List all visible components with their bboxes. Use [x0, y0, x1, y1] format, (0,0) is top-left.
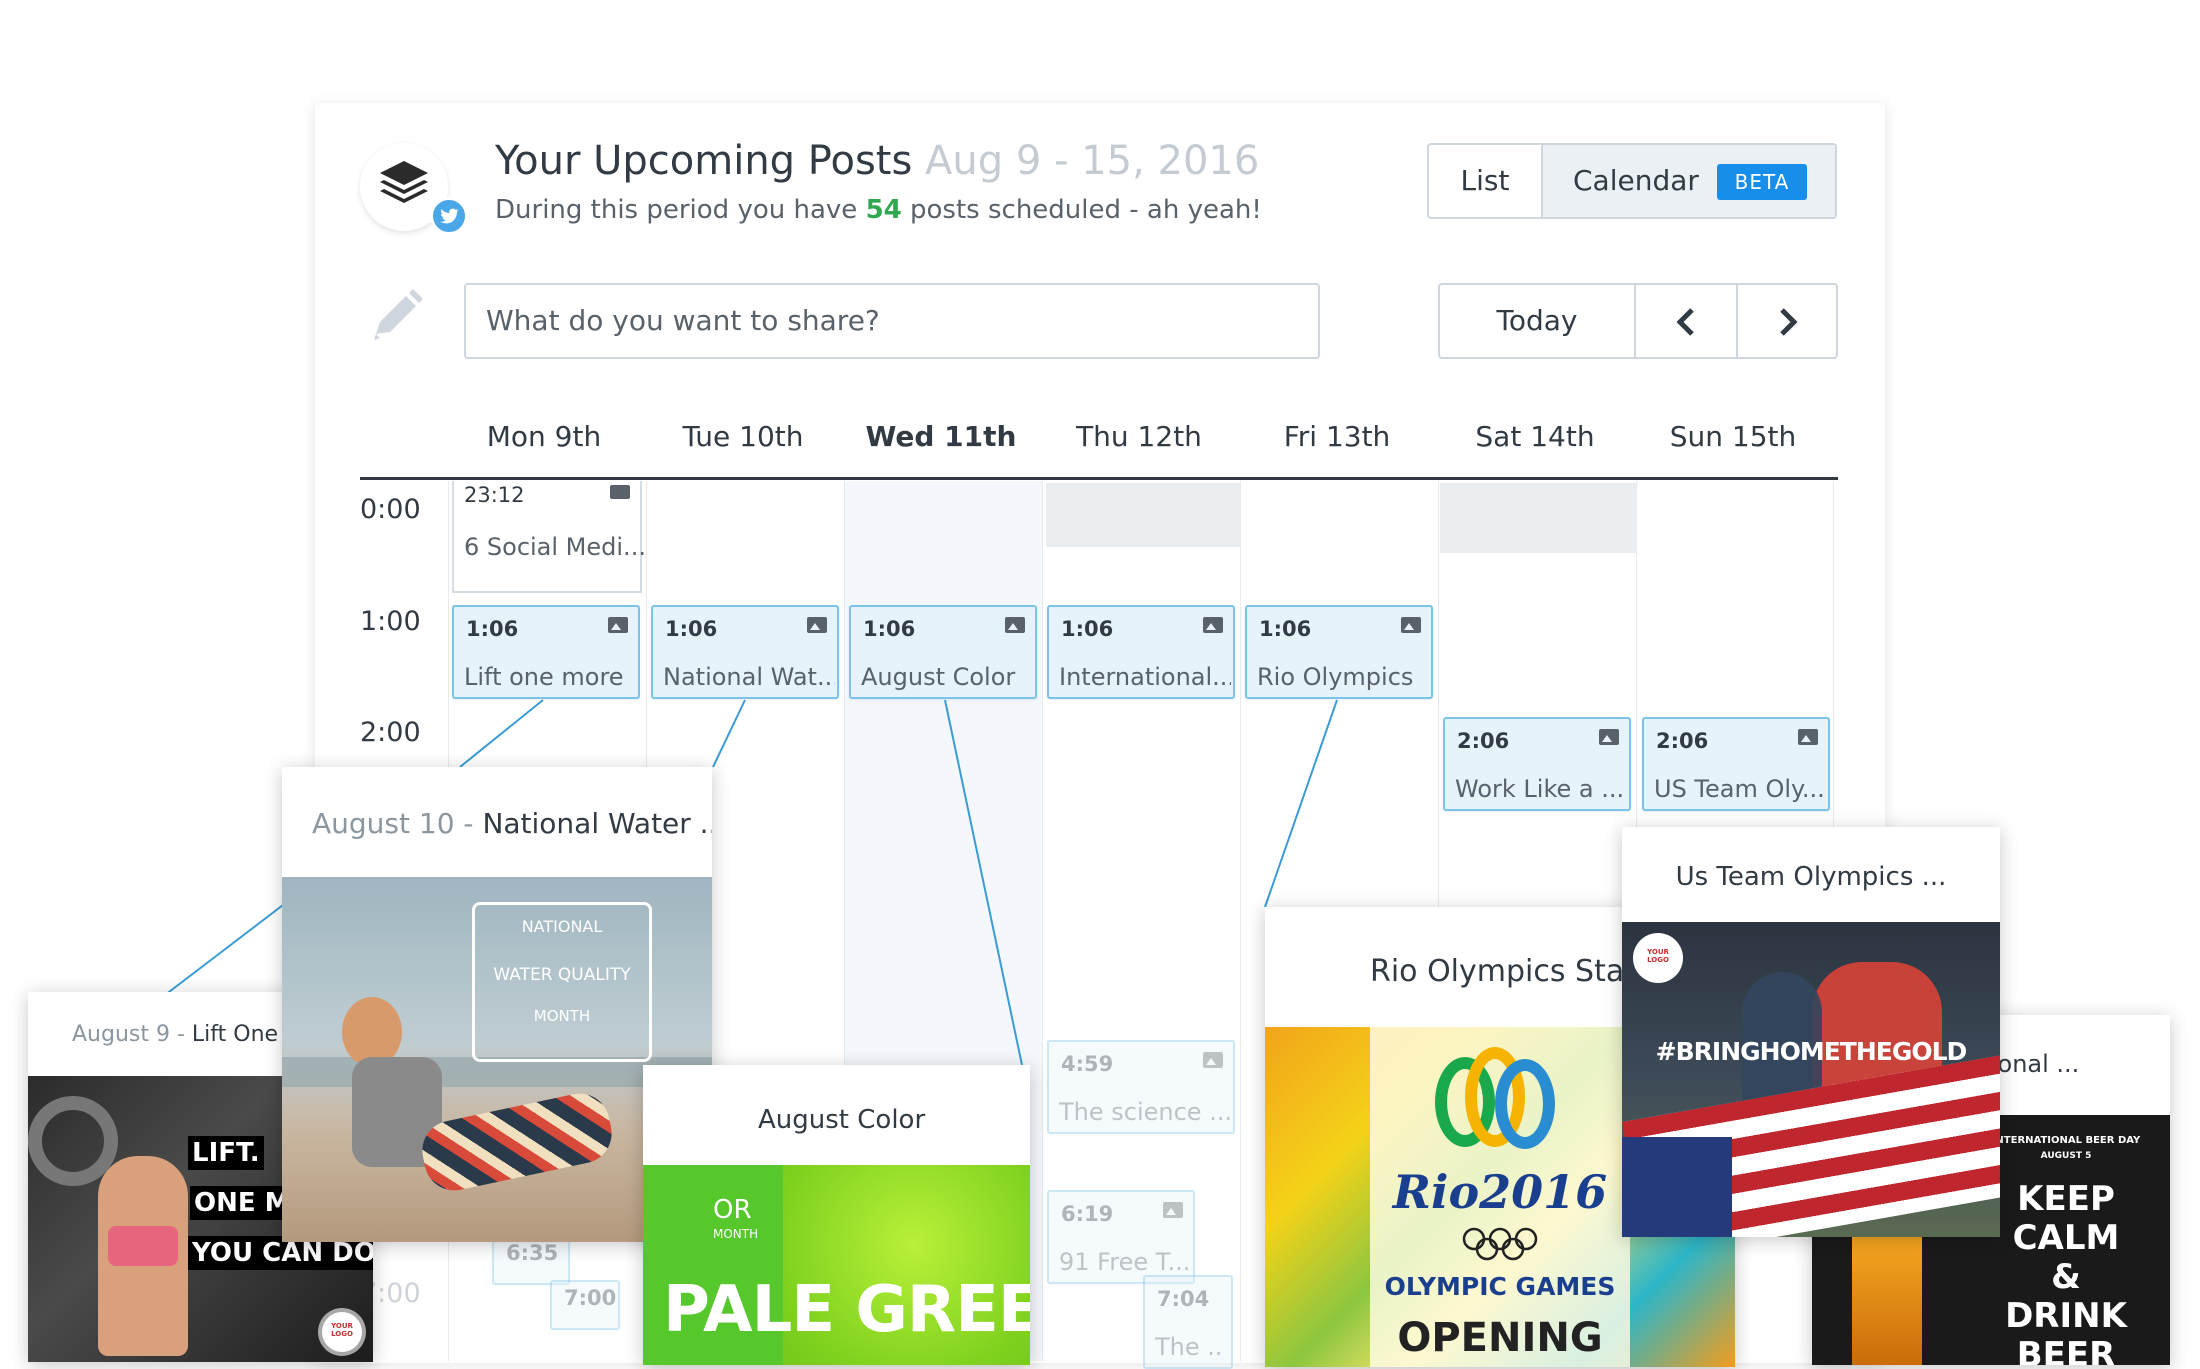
- image-headline: PALE GREEN: [663, 1273, 1030, 1347]
- card-date: August 9 -: [72, 1022, 185, 1047]
- olympic-rings-icon: [1462, 1227, 1538, 1261]
- image-text: MONTH: [713, 1227, 759, 1241]
- image-text-line: BEER: [2016, 1335, 2116, 1365]
- image-text-line: &: [2051, 1257, 2081, 1297]
- badge-text: WATER QUALITY: [493, 965, 631, 985]
- woman-legs: [416, 1088, 618, 1196]
- brand-logo: YOUR LOGO: [1636, 936, 1680, 980]
- brand-logo: YOUR LOGO: [322, 1312, 362, 1352]
- image-text-line: DRINK: [2005, 1296, 2127, 1336]
- card-title: Us Team Olympics ...: [1675, 862, 1947, 892]
- post-image: OR MONTH PALE GREEN: [643, 1165, 1030, 1365]
- card-title-text: National Water ...: [482, 807, 712, 840]
- badge-text: NATIONAL: [521, 917, 603, 936]
- athlete-top: [108, 1226, 178, 1266]
- image-text: OR: [713, 1195, 752, 1225]
- image-text-line: LIFT.: [188, 1136, 264, 1170]
- image-hashtag: #BRINGHOMETHEGOLD: [1655, 1037, 1968, 1066]
- preview-card-color[interactable]: August Color OR MONTH PALE GREEN: [643, 1065, 1030, 1365]
- card-title: August Color: [758, 1105, 926, 1135]
- rio-emblem-icon: [1425, 1047, 1565, 1167]
- post-image: #BRINGHOMETHEGOLD YOUR LOGO: [1622, 922, 2000, 1237]
- card-title: August 10 - National Water ...: [282, 807, 712, 840]
- rio-sub-text: OLYMPIC GAMES: [1384, 1272, 1616, 1301]
- badge-text: MONTH: [533, 1007, 591, 1025]
- card-date: August 10 -: [312, 807, 474, 840]
- us-flag-stars: [1622, 1137, 1732, 1237]
- beer-glass: [1852, 1235, 1922, 1365]
- preview-card-us[interactable]: Us Team Olympics ... #BRINGHOMETHEGOLD Y…: [1622, 827, 2000, 1237]
- rio-sub-text: OPENING: [1397, 1315, 1603, 1361]
- rio-brand-text: Rio2016: [1392, 1165, 1608, 1219]
